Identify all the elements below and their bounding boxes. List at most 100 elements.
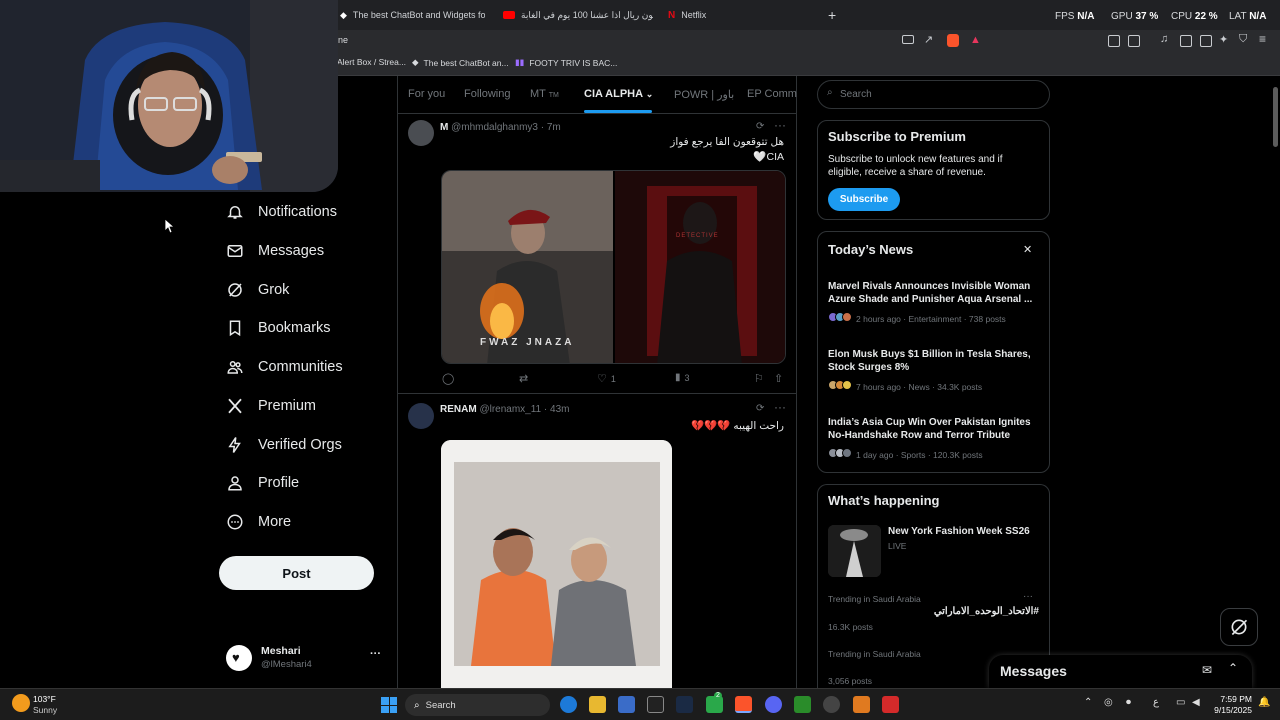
tab-mt[interactable]: MT TM — [530, 88, 559, 100]
post-author-handle[interactable]: @mhmdalghanmy3 — [451, 122, 538, 133]
extensions-icon[interactable] — [1108, 35, 1120, 47]
bookmark-chatbot[interactable]: ◆ The best ChatBot an... — [412, 57, 509, 68]
epic-games-icon[interactable] — [647, 696, 664, 713]
like-button[interactable]: ♡ 1 — [597, 372, 616, 385]
trend-tag[interactable]: #الاتحاد_الوحده_الاماراتي — [934, 606, 1039, 617]
grok-icon[interactable]: ⟳ — [756, 121, 764, 132]
ai-icon[interactable]: ✦ — [1219, 33, 1228, 46]
music-icon[interactable]: ♫ — [1160, 33, 1168, 45]
wallet-2-icon[interactable] — [1200, 35, 1212, 47]
nav-more[interactable]: More — [226, 513, 291, 531]
close-news-button[interactable]: ✕ — [1023, 243, 1032, 256]
menu-icon[interactable]: ≡ — [1259, 32, 1266, 46]
folder-icon[interactable] — [589, 696, 606, 713]
event-thumbnail[interactable] — [828, 525, 881, 577]
tab-following[interactable]: Following — [464, 88, 510, 100]
post-author-name[interactable]: M — [440, 122, 448, 133]
nav-premium[interactable]: Premium — [226, 397, 316, 415]
address-input[interactable]: ne — [338, 35, 348, 45]
news-item-title[interactable]: Elon Musk Buys $1 Billion in Tesla Share… — [828, 348, 1038, 374]
post-time[interactable]: · 7m — [541, 122, 561, 133]
post-author-name[interactable]: RENAM — [440, 404, 477, 415]
brave-rewards-icon[interactable]: ▲ — [970, 34, 981, 46]
post-media[interactable] — [441, 440, 672, 688]
subscribe-button[interactable]: Subscribe — [828, 188, 900, 211]
nav-communities[interactable]: Communities — [226, 358, 343, 376]
post-media[interactable]: FWAZ JNAZA DETECTIVE — [441, 170, 786, 364]
repost-button[interactable]: ⇄ — [519, 372, 528, 385]
language-indicator[interactable]: ع — [1153, 697, 1159, 708]
avatar[interactable] — [408, 120, 434, 146]
tab-cia-alpha[interactable]: CIA ALPHA ⌄ — [584, 88, 653, 100]
notification-bell-icon[interactable]: 🔔 — [1258, 697, 1270, 708]
news-item-title[interactable]: Marvel Rivals Announces Invisible Woman … — [828, 280, 1038, 306]
news-item-title[interactable]: India’s Asia Cup Win Over Pakistan Ignit… — [828, 416, 1038, 442]
share-icon[interactable]: ↗ — [924, 33, 933, 46]
post-button[interactable]: Post — [219, 556, 374, 590]
trend-more-button[interactable]: ··· — [1023, 591, 1033, 602]
nav-messages[interactable]: Messages — [226, 242, 324, 260]
app-tray-icon[interactable]: ◎ — [1104, 697, 1113, 708]
account-switcher[interactable]: ♥ Meshari @lMeshari4 ··· — [226, 645, 386, 673]
account-more-button[interactable]: ··· — [370, 648, 381, 660]
nav-grok[interactable]: Grok — [226, 281, 289, 299]
messages-drawer[interactable]: Messages ✉ ⌃ — [989, 655, 1252, 688]
new-tab-button[interactable]: + — [828, 4, 836, 26]
bookmark-footy[interactable]: ▮▮ FOOTY TRIV IS BAC... — [515, 57, 617, 68]
views-button[interactable]: ▮ 3 — [675, 372, 690, 383]
search-input[interactable]: ⌕ Search — [817, 80, 1050, 109]
tab-for-you[interactable]: For you — [408, 88, 445, 100]
avatar[interactable] — [408, 403, 434, 429]
edge-icon[interactable] — [560, 696, 577, 713]
nav-verified-orgs[interactable]: Verified Orgs — [226, 436, 342, 454]
tab-youtube[interactable]: مليون ريال اذا عشنا 100 يوم في الغابة — [503, 4, 653, 26]
brave-icon[interactable] — [735, 696, 752, 713]
taskbar-search[interactable]: ⌕ Search — [405, 694, 550, 716]
event-title[interactable]: New York Fashion Week SS26 — [888, 526, 1030, 537]
post-more-button[interactable]: ··· — [774, 400, 786, 414]
screen-icon[interactable] — [902, 35, 914, 44]
share-button[interactable]: ⇧ — [774, 372, 783, 385]
tab-ep-community[interactable]: EP Commu — [747, 88, 797, 100]
sun-icon[interactable] — [12, 694, 30, 712]
reply-button[interactable]: ◯ — [442, 372, 454, 385]
store-icon[interactable] — [618, 696, 635, 713]
grok-float-button[interactable] — [1220, 608, 1258, 646]
bookmark-button[interactable]: ⚐ — [754, 372, 764, 385]
post[interactable]: M @mhmdalghanmy3 · 7m ⟳ ··· هل تتوقعون ا… — [398, 114, 796, 394]
xbox-icon[interactable] — [706, 696, 723, 713]
post-more-button[interactable]: ··· — [774, 118, 786, 132]
mic-icon[interactable]: ⏺ — [1126, 697, 1131, 708]
steam-icon[interactable] — [676, 696, 693, 713]
network-icon[interactable]: ▭ — [1176, 697, 1185, 708]
post-author-handle[interactable]: @lrenamx_11 — [479, 404, 541, 415]
sidebar-icon[interactable] — [1180, 35, 1192, 47]
clock-date[interactable]: 9/15/2025 — [1210, 705, 1252, 715]
app-icon[interactable] — [882, 696, 899, 713]
expand-icon[interactable]: ⌃ — [1228, 661, 1238, 675]
tab-powr[interactable]: POWR | باور — [674, 88, 734, 101]
nav-bookmarks[interactable]: Bookmarks — [226, 319, 331, 337]
nvidia-icon[interactable] — [794, 696, 811, 713]
chevron-up-icon[interactable]: ⌃ — [1084, 697, 1092, 708]
post[interactable]: RENAM @lrenamx_11 · 43m ⟳ ··· راحت الهيب… — [398, 395, 796, 688]
discord-icon[interactable] — [765, 696, 782, 713]
weather-temp[interactable]: 103°F — [33, 694, 56, 704]
tab-chatbot[interactable]: ◆ The best ChatBot and Widgets for Ki — [340, 4, 485, 26]
nav-profile[interactable]: Profile — [226, 474, 299, 492]
wallet-icon[interactable] — [1128, 35, 1140, 47]
vpn-icon[interactable]: ⛉ — [1239, 33, 1247, 46]
clock-time[interactable]: 7:59 PM — [1214, 694, 1252, 704]
volume-icon[interactable]: ◀ — [1192, 697, 1200, 708]
launcher-icon[interactable] — [853, 696, 870, 713]
scrollbar-thumb[interactable] — [1273, 87, 1278, 147]
new-message-icon[interactable]: ✉ — [1202, 663, 1212, 677]
windows-start-icon[interactable] — [381, 697, 397, 713]
grok-icon[interactable]: ⟳ — [756, 403, 764, 414]
brave-shield-icon[interactable] — [947, 34, 959, 47]
bookmark-alertbox[interactable]: Alert Box / Strea... — [337, 57, 406, 67]
nav-notifications[interactable]: Notifications — [226, 203, 337, 221]
post-time[interactable]: · 43m — [544, 404, 570, 415]
page-scrollbar[interactable] — [1271, 77, 1280, 688]
obs-icon[interactable] — [823, 696, 840, 713]
